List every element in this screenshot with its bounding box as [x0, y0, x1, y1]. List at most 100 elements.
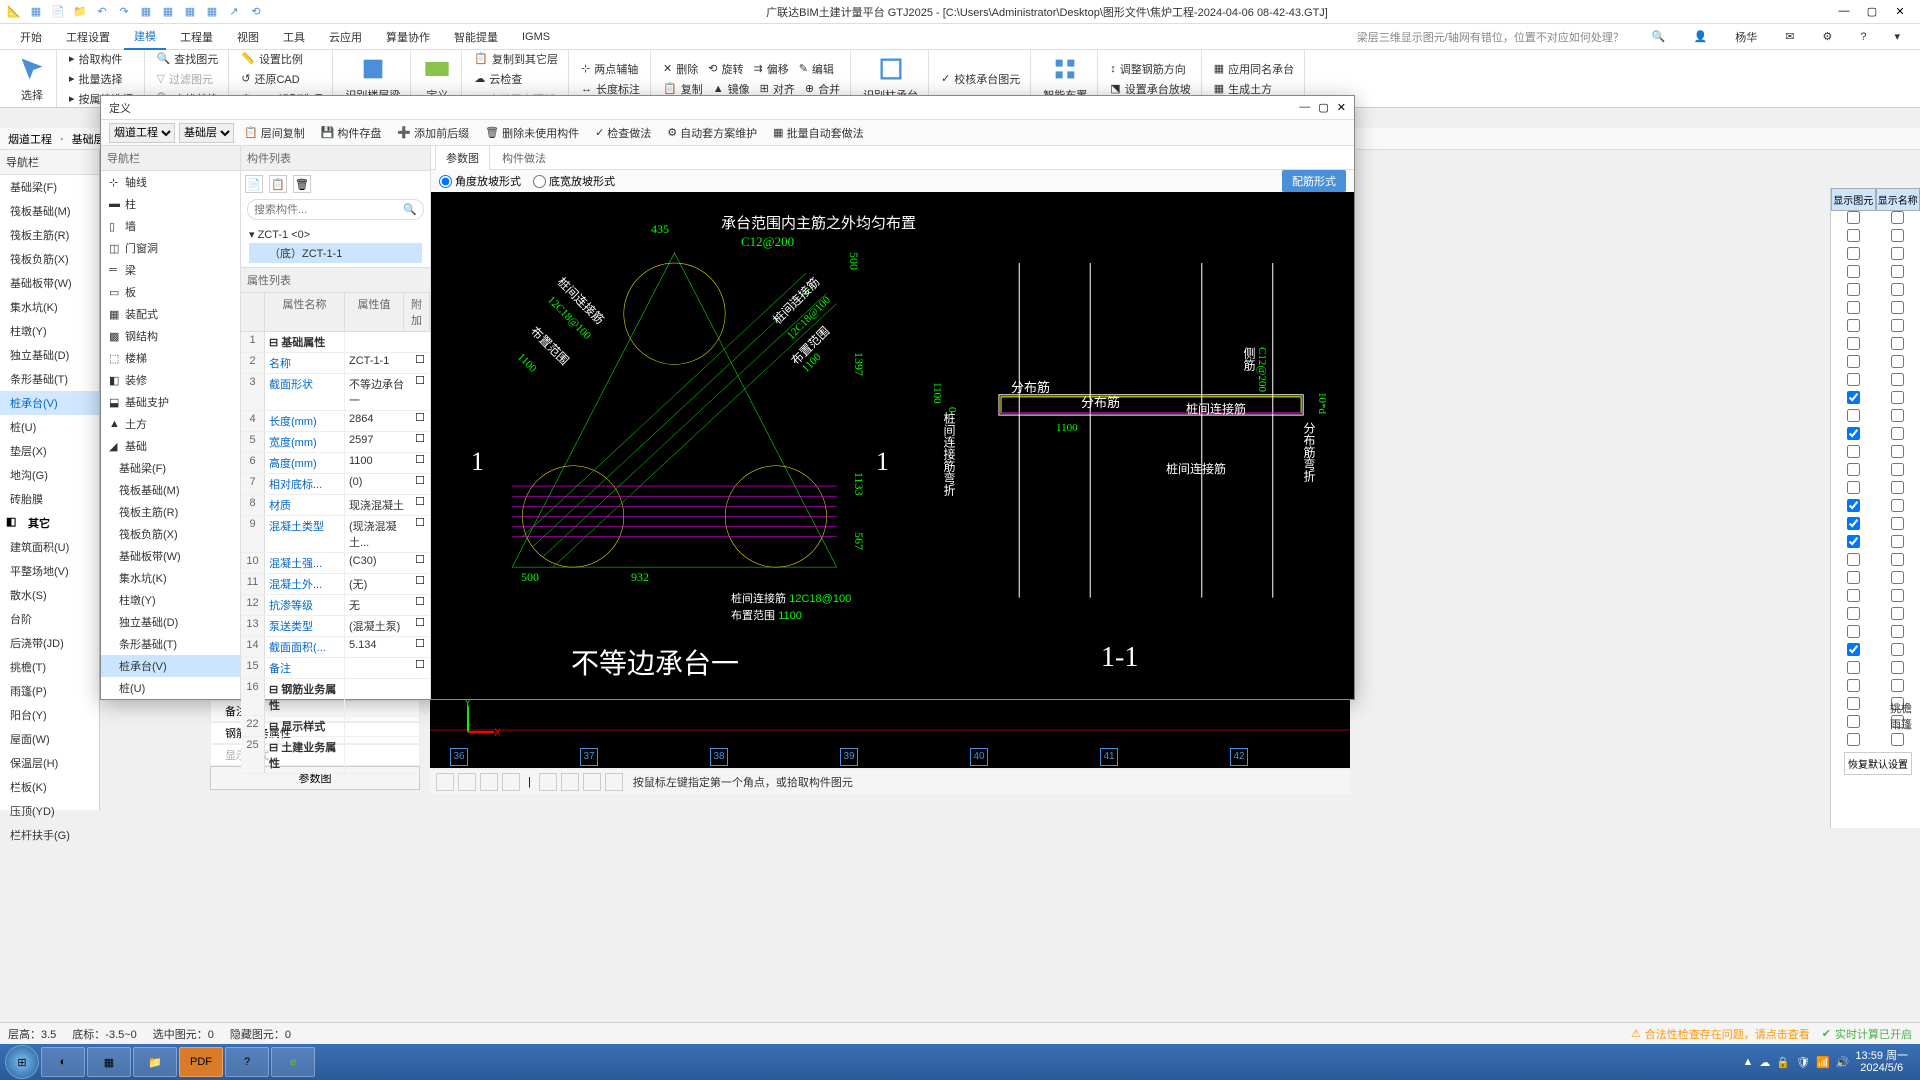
show-element-check[interactable] — [1847, 409, 1860, 422]
menu-item[interactable]: 智能提量 — [444, 25, 508, 49]
close-icon[interactable]: ✕ — [1890, 5, 1910, 18]
sidebar-item[interactable]: 散水(S) — [0, 583, 99, 607]
tray-icon[interactable]: 📶 — [1816, 1056, 1830, 1069]
nav-item[interactable]: ▦装配式 — [101, 303, 240, 325]
show-name-check[interactable] — [1891, 499, 1904, 512]
toolbar-btn[interactable]: 🗑删除未使用构件 — [479, 123, 585, 143]
show-element-check[interactable] — [1847, 427, 1860, 440]
show-element-check[interactable] — [1847, 679, 1860, 692]
nav-item[interactable]: ⊹轴线 — [101, 171, 240, 193]
qa-icon[interactable]: ▦ — [182, 4, 198, 20]
rotate-btn[interactable]: ⟲旋转 — [704, 60, 747, 78]
show-name-check[interactable] — [1891, 571, 1904, 584]
edit-btn[interactable]: ✎编辑 — [795, 60, 838, 78]
clock[interactable]: 13:59 周一 2024/5/6 — [1855, 1050, 1908, 1074]
sidebar-item[interactable]: 集水坑(K) — [0, 295, 99, 319]
qa-icon[interactable]: 📁 — [72, 4, 88, 20]
show-element-check[interactable] — [1847, 391, 1860, 404]
show-element-check[interactable] — [1847, 373, 1860, 386]
show-element-check[interactable] — [1847, 337, 1860, 350]
sidebar-item[interactable]: 阳台(Y) — [0, 703, 99, 727]
qa-icon[interactable]: ▦ — [204, 4, 220, 20]
ribbon-btn[interactable]: ↕调整钢筋方向 — [1106, 60, 1194, 78]
menu-item[interactable]: 工具 — [273, 25, 315, 49]
sidebar-item[interactable]: 条形基础(T) — [0, 367, 99, 391]
nav-item[interactable]: 桩承台(V) — [101, 655, 240, 677]
show-element-check[interactable] — [1847, 481, 1860, 494]
qa-icon[interactable]: ▦ — [28, 4, 44, 20]
sidebar-item[interactable]: 筏板基础(M) — [0, 199, 99, 223]
property-row[interactable]: 25⊟ 土建业务属性 — [241, 737, 430, 774]
minimize-icon[interactable]: — — [1834, 5, 1854, 18]
sidebar-item[interactable]: 基础梁(F) — [0, 175, 99, 199]
ribbon-btn[interactable]: ☁云检查 — [470, 70, 562, 88]
nav-item[interactable]: ◧装修 — [101, 369, 240, 391]
nav-item[interactable]: ⬓基础支护 — [101, 391, 240, 413]
property-row[interactable]: 8材质现浇混凝土☐ — [241, 495, 430, 516]
show-element-check[interactable] — [1847, 607, 1860, 620]
menu-item[interactable]: 工程量 — [170, 25, 223, 49]
nav-item[interactable]: ▩钢结构 — [101, 325, 240, 347]
minimize-icon[interactable]: — — [1299, 101, 1310, 114]
show-element-check[interactable] — [1847, 247, 1860, 260]
show-element-check[interactable] — [1847, 499, 1860, 512]
menu-item[interactable]: 算量协作 — [376, 25, 440, 49]
sidebar-item[interactable]: 桩承台(V) — [0, 391, 99, 415]
tray-icon[interactable]: 🔒 — [1776, 1056, 1790, 1069]
show-name-check[interactable] — [1891, 481, 1904, 494]
show-name-check[interactable] — [1891, 733, 1904, 746]
qa-redo-icon[interactable]: ↷ — [116, 4, 132, 20]
notif-icon[interactable]: ✉ — [1775, 26, 1804, 47]
menu-item[interactable]: 云应用 — [319, 25, 372, 49]
dropdown-icon[interactable]: ▾ — [1884, 26, 1910, 47]
show-name-check[interactable] — [1891, 463, 1904, 476]
show-name-check[interactable] — [1891, 319, 1904, 332]
toolbar-btn[interactable]: ➕添加前后缀 — [391, 123, 475, 143]
show-name-check[interactable] — [1891, 265, 1904, 278]
show-name-check[interactable] — [1891, 625, 1904, 638]
show-name-check[interactable] — [1891, 517, 1904, 530]
show-name-check[interactable] — [1891, 643, 1904, 656]
show-element-check[interactable] — [1847, 463, 1860, 476]
help-icon[interactable]: ? — [1850, 27, 1876, 47]
nav-item[interactable]: ▲土方 — [101, 413, 240, 435]
nav-item[interactable]: 独立基础(D) — [101, 611, 240, 633]
sidebar-item[interactable]: 雨篷(P) — [0, 679, 99, 703]
ribbon-btn[interactable]: ▦应用同名承台 — [1210, 60, 1298, 78]
show-name-check[interactable] — [1891, 373, 1904, 386]
qa-icon[interactable]: ↗ — [226, 4, 242, 20]
property-row[interactable]: 3截面形状不等边承台一☐ — [241, 374, 430, 411]
menu-item[interactable]: 视图 — [227, 25, 269, 49]
show-element-check[interactable] — [1847, 733, 1860, 746]
property-row[interactable]: 9混凝土类型(现浇混凝土...☐ — [241, 516, 430, 553]
property-row[interactable]: 15备注☐ — [241, 658, 430, 679]
snap-icon[interactable] — [539, 773, 557, 791]
toolbar-btn[interactable]: ✓检查做法 — [589, 123, 657, 143]
offset-btn[interactable]: ⇉偏移 — [749, 60, 792, 78]
show-name-check[interactable] — [1891, 283, 1904, 296]
show-element-check[interactable] — [1847, 697, 1860, 710]
show-element-check[interactable] — [1847, 589, 1860, 602]
show-name-check[interactable] — [1891, 535, 1904, 548]
sidebar-item[interactable]: 平整场地(V) — [0, 559, 99, 583]
toolbar-btn[interactable]: 📋层间复制 — [238, 123, 311, 143]
show-name-check[interactable] — [1891, 607, 1904, 620]
show-element-check[interactable] — [1847, 301, 1860, 314]
cad-canvas[interactable]: 承台范围内主筋之外均匀布置 C12@200 435 500 1397 1133 … — [431, 192, 1354, 699]
nav-item[interactable]: 筏板负筋(X) — [101, 523, 240, 545]
snap-icon[interactable] — [605, 773, 623, 791]
qa-undo-icon[interactable]: ↶ — [94, 4, 110, 20]
start-button[interactable]: ⊞ — [5, 1045, 39, 1079]
show-element-check[interactable] — [1847, 355, 1860, 368]
rebar-form-button[interactable]: 配筋形式 — [1282, 170, 1346, 192]
sidebar-item[interactable]: 筏板主筋(R) — [0, 223, 99, 247]
show-element-check[interactable] — [1847, 715, 1860, 728]
taskbar-app[interactable]: ▦ — [87, 1047, 131, 1077]
nav-item[interactable]: 基础板带(W) — [101, 545, 240, 567]
show-name-check[interactable] — [1891, 391, 1904, 404]
select-button[interactable]: 选择 — [14, 54, 50, 104]
snap-icon[interactable] — [480, 773, 498, 791]
banner-question[interactable]: 梁层三维显示图元/轴网有错位，位置不对应如何处理？ — [1347, 25, 1634, 49]
ribbon-btn[interactable]: ▸批量选择 — [65, 70, 138, 88]
toolbar-btn[interactable]: 💾构件存盘 — [315, 123, 388, 143]
